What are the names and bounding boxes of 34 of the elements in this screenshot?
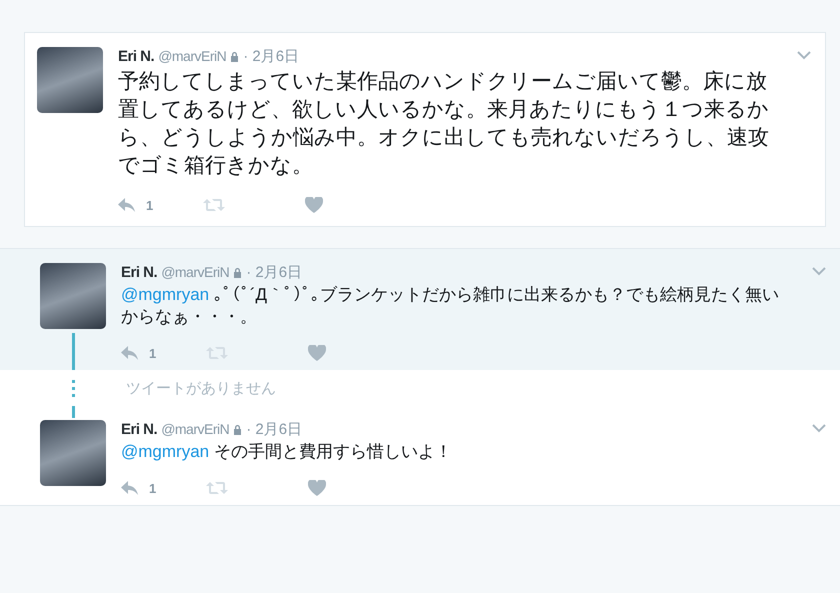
reply-icon[interactable] <box>118 198 136 212</box>
avatar-photo-placeholder[interactable] <box>40 420 106 486</box>
retweet-icon[interactable] <box>206 346 228 360</box>
tweet-text: @mgmryan ｡ﾟ(ﾟ´Д｀ﾟ)ﾟ｡ブランケットだから雑巾に出来るかも？でも絵柄見たく無いからなぁ・・・。 <box>121 284 780 328</box>
tweet-date[interactable]: · 2月6日 <box>246 264 302 282</box>
reply-icon[interactable] <box>121 481 139 495</box>
chevron-down-icon[interactable] <box>812 424 826 433</box>
mention-link[interactable]: @mgmryan <box>121 285 210 304</box>
user-name[interactable]: Eri N. <box>121 421 158 439</box>
user-handle[interactable]: @marvEriN <box>161 420 230 438</box>
chevron-down-icon[interactable] <box>812 267 826 276</box>
tweet-text: 予約してしまっていた某作品のハンドクリームご届いて鬱。床に放置してあるけど、欲しい人いるかな。来月あたりにもう１つ来るから、どうしようか悩み中。オクに出しても売れないだろうし、速攻でゴミ箱行きかな。 <box>118 69 770 179</box>
user-name[interactable]: Eri N. <box>118 48 154 66</box>
user-handle[interactable]: @marvEriN <box>161 263 230 281</box>
missing-tweet-notice: ツイートがありません <box>126 378 276 398</box>
reply-tweet[interactable]: Eri N. @marvEriN · 2月6日 @mgmryan ｡ﾟ(ﾟ´Д｀ﾟ)ﾟ｡ブランケットだから雑巾に出来るかも？でも絵柄見たく無いからなぁ・・・。 1 <box>0 249 840 370</box>
retweet-icon[interactable] <box>203 198 226 212</box>
tweet-date[interactable]: · 2月6日 <box>243 48 300 66</box>
retweet-icon[interactable] <box>206 481 228 495</box>
heart-icon[interactable] <box>308 480 326 496</box>
avatar-photo-placeholder[interactable] <box>40 263 106 329</box>
heart-icon[interactable] <box>305 197 324 213</box>
user-name[interactable]: Eri N. <box>121 264 158 282</box>
chevron-down-icon[interactable] <box>797 51 811 60</box>
user-handle[interactable]: @marvEriN <box>158 47 226 65</box>
reply-count: 1 <box>149 346 156 360</box>
reply-count: 1 <box>149 480 156 496</box>
heart-icon[interactable] <box>308 345 326 361</box>
mention-link[interactable]: @mgmryan <box>121 442 210 461</box>
reply-count: 1 <box>146 198 154 212</box>
tweet-text: @mgmryan その手間と費用すら惜しいよ！ <box>121 441 453 463</box>
tweet-date[interactable]: · 2月6日 <box>246 421 302 439</box>
reply-icon[interactable] <box>121 346 139 360</box>
avatar-photo-placeholder[interactable] <box>37 47 103 113</box>
